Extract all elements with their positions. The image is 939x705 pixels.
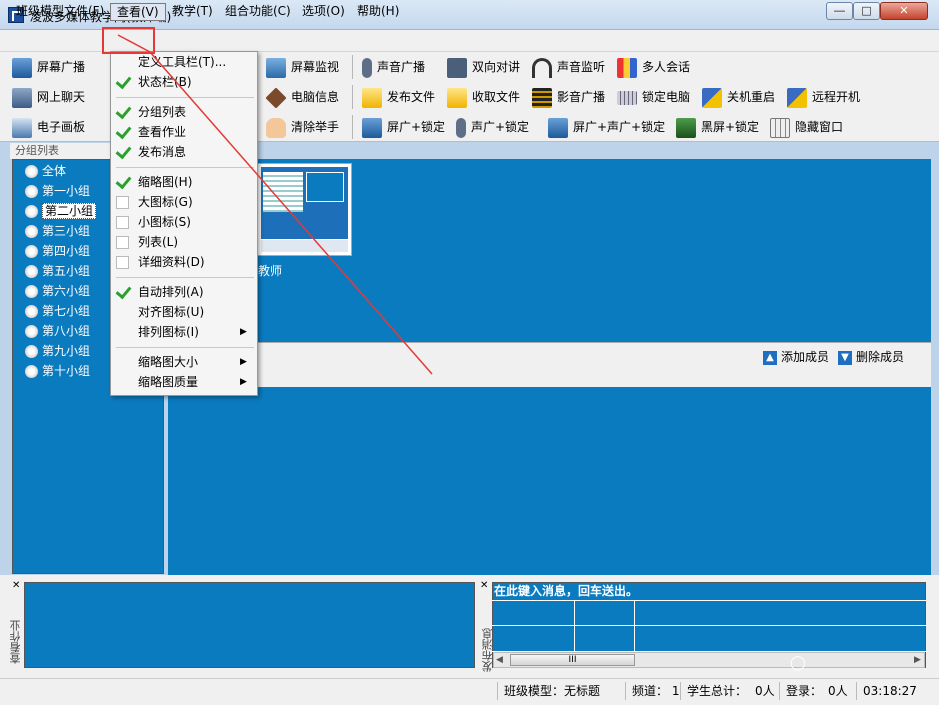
watermark-logo: ◯ xyxy=(790,655,806,671)
annotation-arrow xyxy=(117,34,433,375)
